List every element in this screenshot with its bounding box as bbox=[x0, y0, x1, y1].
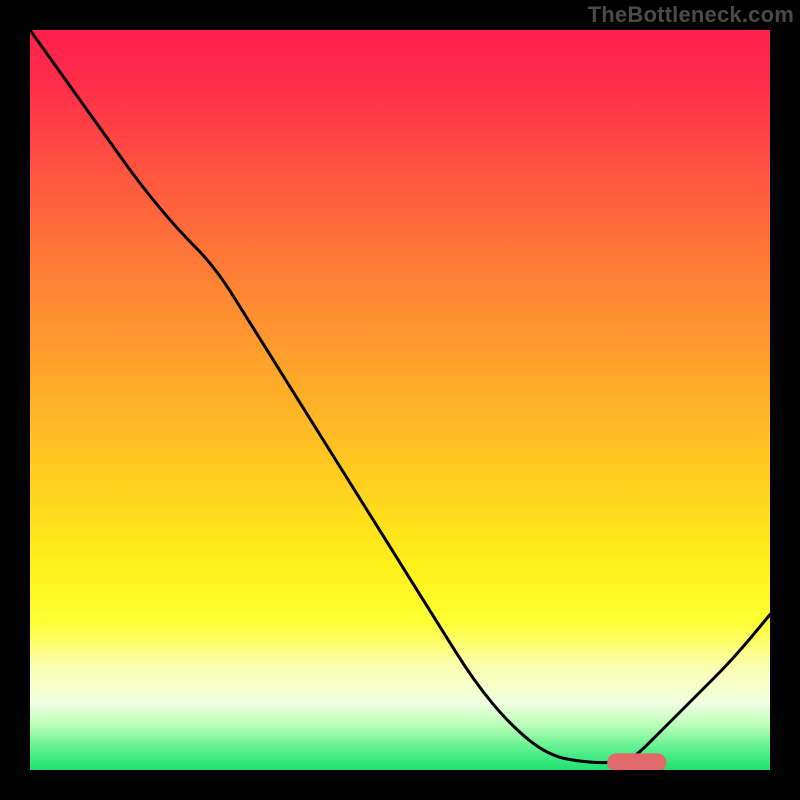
chart-frame: TheBottleneck.com bbox=[0, 0, 800, 800]
plot-area bbox=[30, 30, 770, 770]
optimal-marker bbox=[607, 753, 666, 770]
watermark-text: TheBottleneck.com bbox=[588, 2, 794, 28]
gradient-background bbox=[30, 30, 770, 770]
bottleneck-chart bbox=[30, 30, 770, 770]
